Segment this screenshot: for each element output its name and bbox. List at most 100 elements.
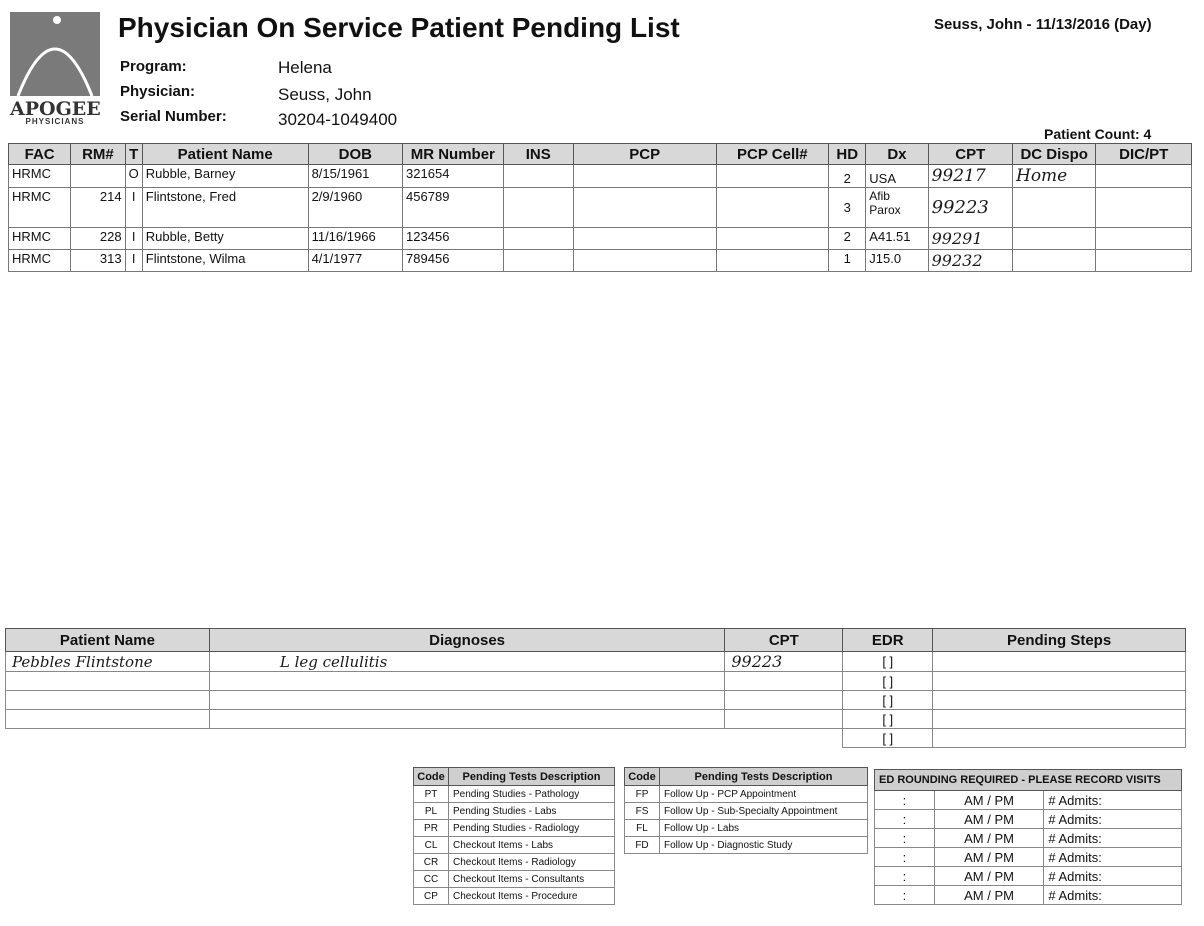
pending-cell-edr: [ ] [842, 671, 934, 691]
rounding-row: : AM / PM # Admits: [874, 847, 1182, 867]
rounding-admits: # Admits: [1043, 828, 1182, 848]
cell-dob: 2/9/1960 [307, 187, 404, 228]
col-rm: RM# [70, 143, 126, 165]
pending-cell-steps [932, 690, 1186, 710]
cell-dic-pt [1095, 227, 1192, 250]
pending-cell-cpt [725, 729, 843, 748]
pending-cell-steps [932, 671, 1186, 691]
pending-table: Patient Name Diagnoses CPT EDR Pending S… [5, 628, 1186, 748]
cell-dx: Afib Parox [865, 187, 929, 228]
code-description: Follow Up - Sub-Specialty Appointment [659, 802, 868, 820]
table-row: HRMC 313 I Flintstone, Wilma 4/1/1977 78… [7, 249, 1192, 272]
cell-hd: 2 [828, 164, 867, 188]
cell-hd: 1 [828, 249, 867, 272]
cell-dx: A41.51 [865, 227, 929, 250]
col-pcp: PCP [572, 143, 717, 165]
cell-patient-name: Flintstone, Fred [141, 187, 309, 228]
logo-arch-icon [10, 12, 100, 96]
patient-table-header: FAC RM# T Patient Name DOB MR Number INS… [7, 143, 1192, 165]
rounding-time: : [874, 847, 935, 867]
cell-rm: 313 [70, 249, 126, 272]
code-cell: CL [413, 836, 449, 854]
rounding-time: : [874, 828, 935, 848]
table-row: [ ] [5, 690, 1186, 710]
code-row: FS Follow Up - Sub-Specialty Appointment [624, 802, 868, 820]
cell-pcp-cell [715, 249, 830, 272]
codes-right-table: Code Pending Tests Description FP Follow … [624, 767, 868, 854]
cell-mr: 789456 [402, 249, 504, 272]
cell-ins [502, 187, 574, 228]
table-row: HRMC 214 I Flintstone, Fred 2/9/1960 456… [7, 187, 1192, 228]
cell-dx: USA [865, 164, 929, 188]
cell-pcp [572, 227, 717, 250]
pending-cell-name [5, 671, 210, 691]
page-title: Physician On Service Patient Pending Lis… [118, 12, 680, 43]
patient-table: FAC RM# T Patient Name DOB MR Number INS… [7, 143, 1192, 272]
col-patient-name: Patient Name [141, 143, 309, 165]
physician-date-header: Seuss, John - 11/13/2016 (Day) [934, 16, 1152, 33]
cell-mr: 321654 [402, 164, 504, 188]
code-row: PR Pending Studies - Radiology [413, 819, 615, 837]
physician-value: Seuss, John [278, 85, 372, 104]
rounding-admits: # Admits: [1043, 847, 1182, 867]
pending-cell-cpt: 99223 [724, 651, 844, 672]
rounding-row: : AM / PM # Admits: [874, 828, 1182, 848]
col-fac: FAC [7, 143, 72, 165]
cell-rm: 228 [70, 227, 126, 250]
code-row: FD Follow Up - Diagnostic Study [624, 836, 868, 854]
table-row: [ ] [5, 671, 1186, 691]
pending-cell-diagnoses [208, 671, 726, 691]
code-cell: FL [624, 819, 660, 837]
cell-rm: 214 [70, 187, 126, 228]
col-dic-pt: DIC/PT [1095, 143, 1192, 165]
code-row: FL Follow Up - Labs [624, 819, 868, 837]
code-description: Checkout Items - Consultants [448, 870, 615, 888]
cell-ins [502, 249, 574, 272]
code-cell: FP [624, 785, 660, 803]
cell-dob: 4/1/1977 [307, 249, 404, 272]
desc-col-header: Pending Tests Description [448, 767, 615, 786]
table-row: HRMC O Rubble, Barney 8/15/1961 321654 2… [7, 164, 1192, 188]
cell-fac: HRMC [7, 249, 72, 272]
cell-pcp [572, 164, 717, 188]
code-cell: FD [624, 836, 660, 854]
cell-ins [502, 227, 574, 250]
code-cell: CC [413, 870, 449, 888]
pending-cell-name [5, 690, 210, 710]
cell-rm [70, 164, 126, 188]
cell-mr: 123456 [402, 227, 504, 250]
cell-dc-dispo [1011, 227, 1097, 250]
code-row: PL Pending Studies - Labs [413, 802, 615, 820]
code-description: Follow Up - PCP Appointment [659, 785, 868, 803]
col-dc-dispo: DC Dispo [1011, 143, 1097, 165]
code-description: Follow Up - Diagnostic Study [659, 836, 868, 854]
cell-hd: 3 [828, 187, 867, 228]
cell-patient-name: Rubble, Barney [141, 164, 309, 188]
cell-fac: HRMC [7, 227, 72, 250]
rounding-ampm: AM / PM [933, 885, 1045, 905]
rounding-admits: # Admits: [1043, 790, 1182, 810]
cell-hd: 2 [828, 227, 867, 250]
col-pending-diagnoses: Diagnoses [208, 628, 726, 652]
col-t: T [124, 143, 143, 165]
pending-cell-edr: [ ] [842, 690, 934, 710]
cell-t: O [124, 164, 143, 188]
code-col-header: Code [624, 767, 660, 786]
pending-cell-steps [932, 728, 1186, 748]
code-col-header: Code [413, 767, 449, 786]
rounding-time: : [874, 866, 935, 886]
col-ins: INS [502, 143, 574, 165]
code-cell: PT [413, 785, 449, 803]
rounding-row: : AM / PM # Admits: [874, 790, 1182, 810]
cell-dic-pt [1095, 249, 1192, 272]
cell-cpt: 99223 [927, 187, 1014, 228]
code-cell: CP [413, 887, 449, 905]
cell-patient-name: Rubble, Betty [141, 227, 309, 250]
col-hd: HD [828, 143, 867, 165]
cell-dc-dispo [1011, 249, 1097, 272]
table-row: [ ] [6, 728, 1186, 748]
rounding-row: : AM / PM # Admits: [874, 885, 1182, 905]
cell-dx: J15.0 [865, 249, 929, 272]
program-value: Helena [278, 58, 332, 77]
cell-cpt: 99291 [927, 227, 1014, 250]
